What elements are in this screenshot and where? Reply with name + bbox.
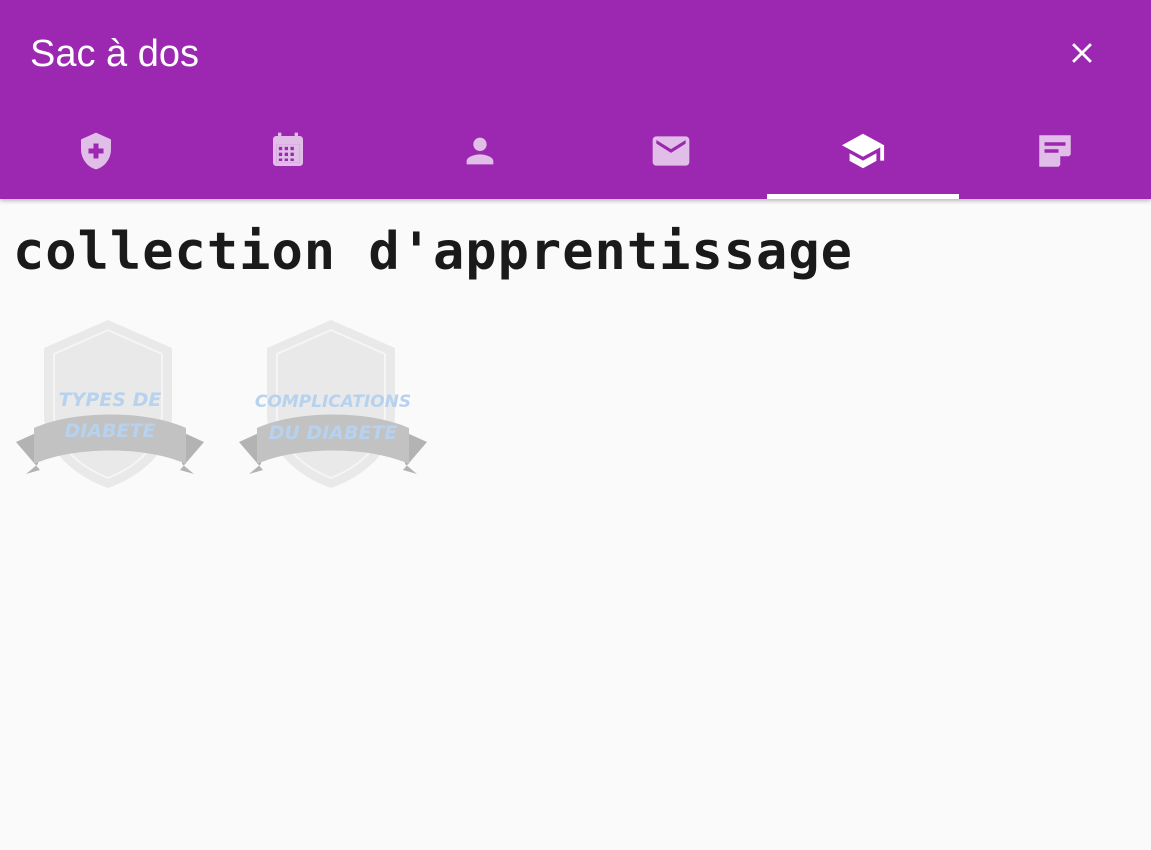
tab-learning[interactable] [767,103,960,199]
close-button[interactable] [1054,25,1110,81]
mail-icon [653,136,690,166]
app-bar: Sac à dos [0,0,1151,199]
close-icon [1072,43,1092,63]
page-title: Sac à dos [30,33,199,75]
note-edit-icon [1039,135,1071,167]
badge-label-line2: DU DIABETE [268,422,398,444]
school-icon [842,133,885,169]
tab-notes[interactable] [959,103,1151,199]
tab-messages[interactable] [575,103,767,199]
tab-active-indicator [767,194,960,199]
shield-plus-icon [80,132,111,170]
person-icon [466,137,493,165]
tab-profile[interactable] [384,103,576,199]
tab-bar [0,103,1151,199]
tab-health[interactable] [0,103,192,199]
badge-types-de-diabete[interactable]: TYPES DE DIABETE [14,318,206,490]
badge-label-line1: COMPLICATIONS [254,392,412,412]
badge-label-line2: DIABETE [64,420,156,442]
badge-label-line1: TYPES DE [58,389,162,411]
badge-complications-du-diabete[interactable]: COMPLICATIONS DU DIABETE [237,318,429,490]
collection-title: collection d'apprentissage [13,222,853,282]
calendar-icon [272,132,303,166]
tab-calendar[interactable] [192,103,384,199]
